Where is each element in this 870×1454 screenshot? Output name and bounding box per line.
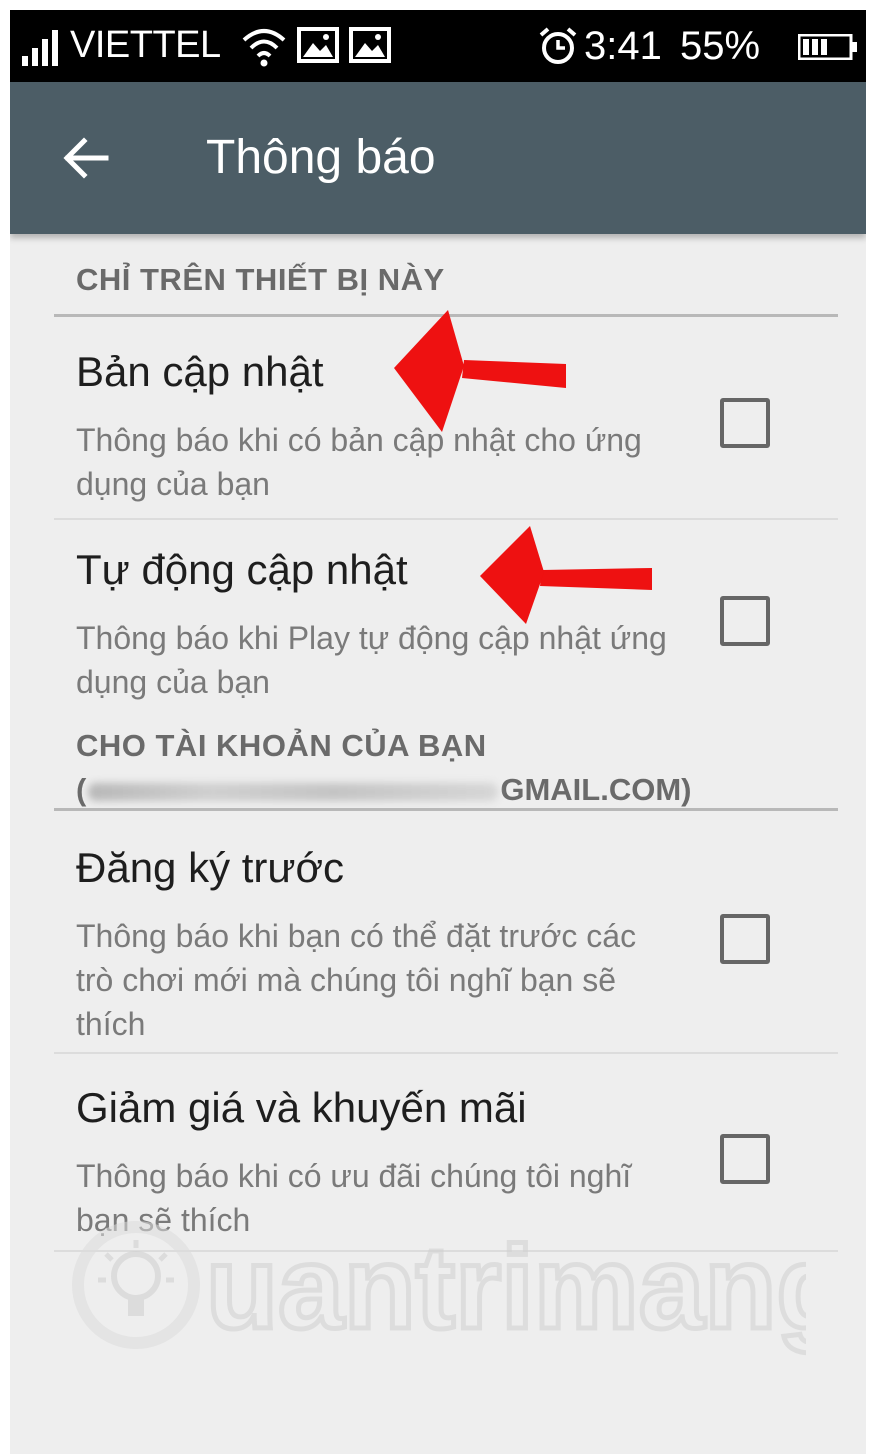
item-divider (54, 1052, 838, 1054)
pref-title: Đăng ký trước (76, 844, 345, 891)
arrow-left-icon[interactable] (60, 132, 112, 184)
checkbox-updates[interactable] (720, 398, 770, 448)
watermark-logo: uantrimang (72, 1220, 806, 1357)
clock-time: 3:41 (584, 24, 662, 68)
battery-percent: 55% (680, 24, 761, 68)
phone-screen: VIETTEL 3:41 55% Thông báo CHỈ TRÊN THIẾ… (10, 10, 866, 1454)
annotation-arrow-icon (394, 310, 566, 432)
section-divider (54, 808, 838, 811)
section-header-device: CHỈ TRÊN THIẾT BỊ NÀY (76, 262, 445, 297)
app-bar: Thông báo (10, 82, 866, 234)
account-email-open: ( (76, 772, 87, 807)
pref-title: Bản cập nhật (76, 348, 324, 395)
account-email: ( GMAIL.COM) (76, 768, 691, 812)
battery-icon (798, 34, 857, 60)
checkbox-auto-updates[interactable] (720, 596, 770, 646)
section-header-account: CHO TÀI KHOẢN CỦA BẠN (76, 728, 487, 763)
page-title: Thông báo (206, 131, 436, 184)
watermark-text: uantrimang (206, 1222, 806, 1354)
account-email-domain: GMAIL.COM) (500, 772, 692, 807)
checkbox-pre-register[interactable] (720, 914, 770, 964)
wifi-icon (242, 29, 286, 67)
carrier-name: VIETTEL (70, 24, 221, 66)
pref-title: Tự động cập nhật (76, 546, 408, 593)
signal-icon (22, 30, 58, 66)
annotation-arrow-icon (480, 526, 652, 624)
pref-summary: Thông báo khi có bản cập nhật cho ứng dụ… (76, 422, 642, 502)
item-divider (54, 518, 838, 520)
checkbox-deals[interactable] (720, 1134, 770, 1184)
pref-title: Giảm giá và khuyến mãi (76, 1084, 527, 1131)
image-icon (349, 27, 391, 63)
alarm-icon (539, 27, 577, 64)
status-bar: VIETTEL 3:41 55% (10, 10, 866, 82)
pref-auto-updates[interactable]: Tự động cập nhật Thông báo khi Play tự đ… (10, 546, 866, 706)
redacted-email (88, 782, 499, 801)
image-icon (297, 27, 339, 63)
pref-pre-register[interactable]: Đăng ký trước Thông báo khi bạn có thể đ… (10, 844, 866, 1050)
pref-summary: Thông báo khi bạn có thể đặt trước các t… (76, 918, 637, 1042)
